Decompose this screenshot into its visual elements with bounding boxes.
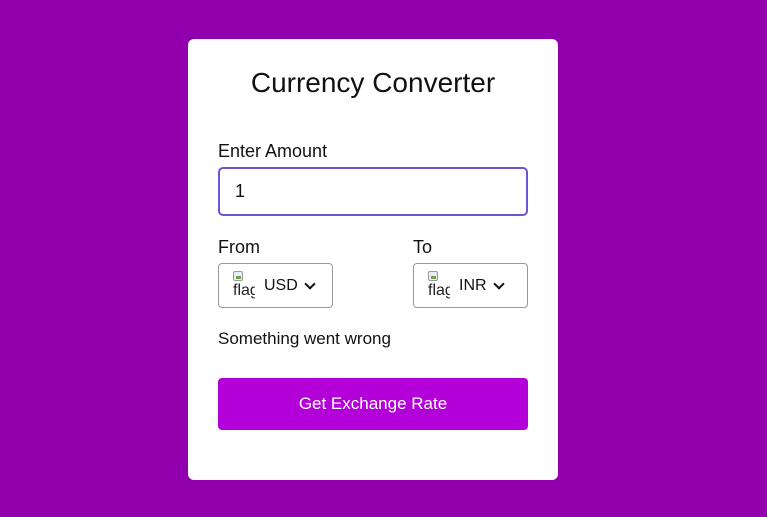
- to-label: To: [413, 237, 433, 257]
- to-flag-icon: flag: [428, 270, 450, 302]
- page-title: Currency Converter: [250, 67, 496, 98]
- from-label: From: [218, 237, 260, 257]
- from-flag-alt-text: flag: [233, 281, 255, 299]
- to-currency-code: INR: [459, 276, 487, 294]
- from-flag-icon: flag: [233, 270, 255, 302]
- to-flag-alt-text: flag: [428, 281, 450, 299]
- broken-image-icon: [233, 270, 243, 281]
- status-message: Something went wrong: [218, 329, 391, 348]
- broken-image-icon: [428, 270, 438, 281]
- from-currency-select[interactable]: flag USD: [218, 263, 333, 308]
- get-exchange-rate-button[interactable]: Get Exchange Rate: [218, 378, 528, 430]
- converter-card: Currency Converter Enter Amount From fla…: [188, 39, 558, 480]
- to-currency-select[interactable]: flag INR: [413, 263, 528, 308]
- amount-input[interactable]: [218, 167, 528, 216]
- chevron-down-icon: [492, 277, 505, 290]
- chevron-down-icon: [304, 277, 316, 290]
- from-currency-code: USD: [264, 276, 298, 294]
- amount-label: Enter Amount: [218, 141, 328, 161]
